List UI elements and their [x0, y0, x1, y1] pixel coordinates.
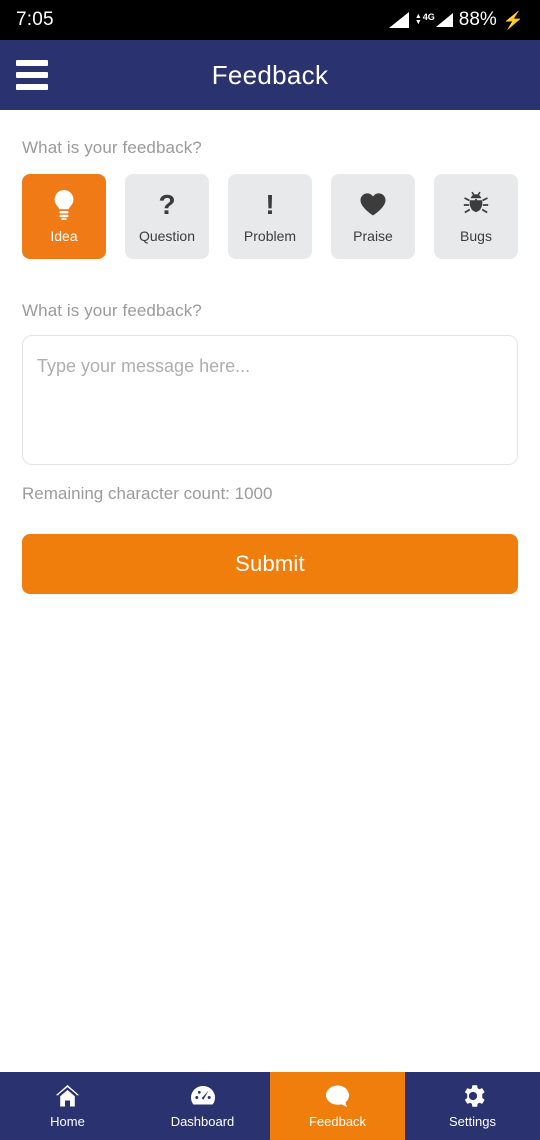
- category-chip-problem[interactable]: ! Problem: [228, 174, 312, 259]
- nav-item-label: Settings: [449, 1113, 496, 1129]
- category-chip-bugs[interactable]: Bugs: [434, 174, 518, 259]
- category-chip-label: Problem: [243, 227, 297, 244]
- signal-bars-icon: [388, 12, 409, 28]
- speedometer-icon: [190, 1084, 216, 1108]
- exclamation-mark-icon: !: [265, 188, 275, 220]
- signal-bars-secondary-icon: [435, 13, 453, 27]
- category-section-label: What is your feedback?: [22, 138, 202, 157]
- main-content: What is your feedback? Idea ? Question !…: [0, 110, 540, 1072]
- feedback-message-input[interactable]: [22, 335, 518, 465]
- status-indicators: ▲ ▼ 4G 88% ⚡: [388, 9, 524, 31]
- submit-button[interactable]: Submit: [22, 534, 518, 594]
- data-transfer-arrows-icon: ▲ ▼: [414, 13, 422, 26]
- category-chip-label: Idea: [50, 227, 78, 244]
- hamburger-menu-icon[interactable]: [16, 60, 48, 90]
- status-bar: 7:05 ▲ ▼ 4G 88% ⚡: [0, 0, 540, 40]
- mobile-data-indicator: ▲ ▼ 4G: [415, 13, 453, 27]
- question-mark-icon: ?: [158, 188, 176, 220]
- nav-item-settings[interactable]: Settings: [405, 1072, 540, 1140]
- status-time: 7:05: [16, 9, 54, 30]
- network-type-label: 4G: [422, 12, 435, 22]
- category-chip-label: Question: [138, 227, 196, 244]
- battery-percentage: 88%: [458, 9, 497, 30]
- app-screen: 7:05 ▲ ▼ 4G 88% ⚡ Feedback What is your f…: [0, 0, 540, 1140]
- app-header: Feedback: [0, 40, 540, 110]
- nav-item-label: Feedback: [308, 1113, 367, 1129]
- chat-bubble-icon: [325, 1084, 351, 1108]
- nav-item-dashboard[interactable]: Dashboard: [135, 1072, 270, 1140]
- remaining-character-count: Remaining character count: 1000: [22, 484, 273, 503]
- message-section-label: What is your feedback?: [22, 301, 202, 320]
- category-chip-praise[interactable]: Praise: [331, 174, 415, 259]
- nav-item-home[interactable]: Home: [0, 1072, 135, 1140]
- lightbulb-icon: [53, 189, 75, 220]
- feedback-category-chips: Idea ? Question ! Problem Praise Bugs: [22, 174, 518, 259]
- nav-item-label: Home: [50, 1113, 85, 1129]
- nav-item-feedback[interactable]: Feedback: [270, 1072, 405, 1140]
- category-chip-label: Praise: [353, 227, 393, 244]
- home-icon: [55, 1084, 80, 1108]
- gear-icon: [461, 1084, 485, 1108]
- bug-icon: [463, 190, 489, 220]
- page-title: Feedback: [211, 59, 329, 90]
- category-chip-question[interactable]: ? Question: [125, 174, 209, 259]
- category-chip-idea[interactable]: Idea: [22, 174, 106, 259]
- lightning-bolt-icon: ⚡: [502, 10, 524, 30]
- bottom-navigation-bar: Home Dashboard Feedback Settings: [0, 1072, 540, 1140]
- nav-item-label: Dashboard: [170, 1113, 235, 1129]
- category-chip-label: Bugs: [460, 227, 492, 244]
- heart-icon: [360, 190, 386, 220]
